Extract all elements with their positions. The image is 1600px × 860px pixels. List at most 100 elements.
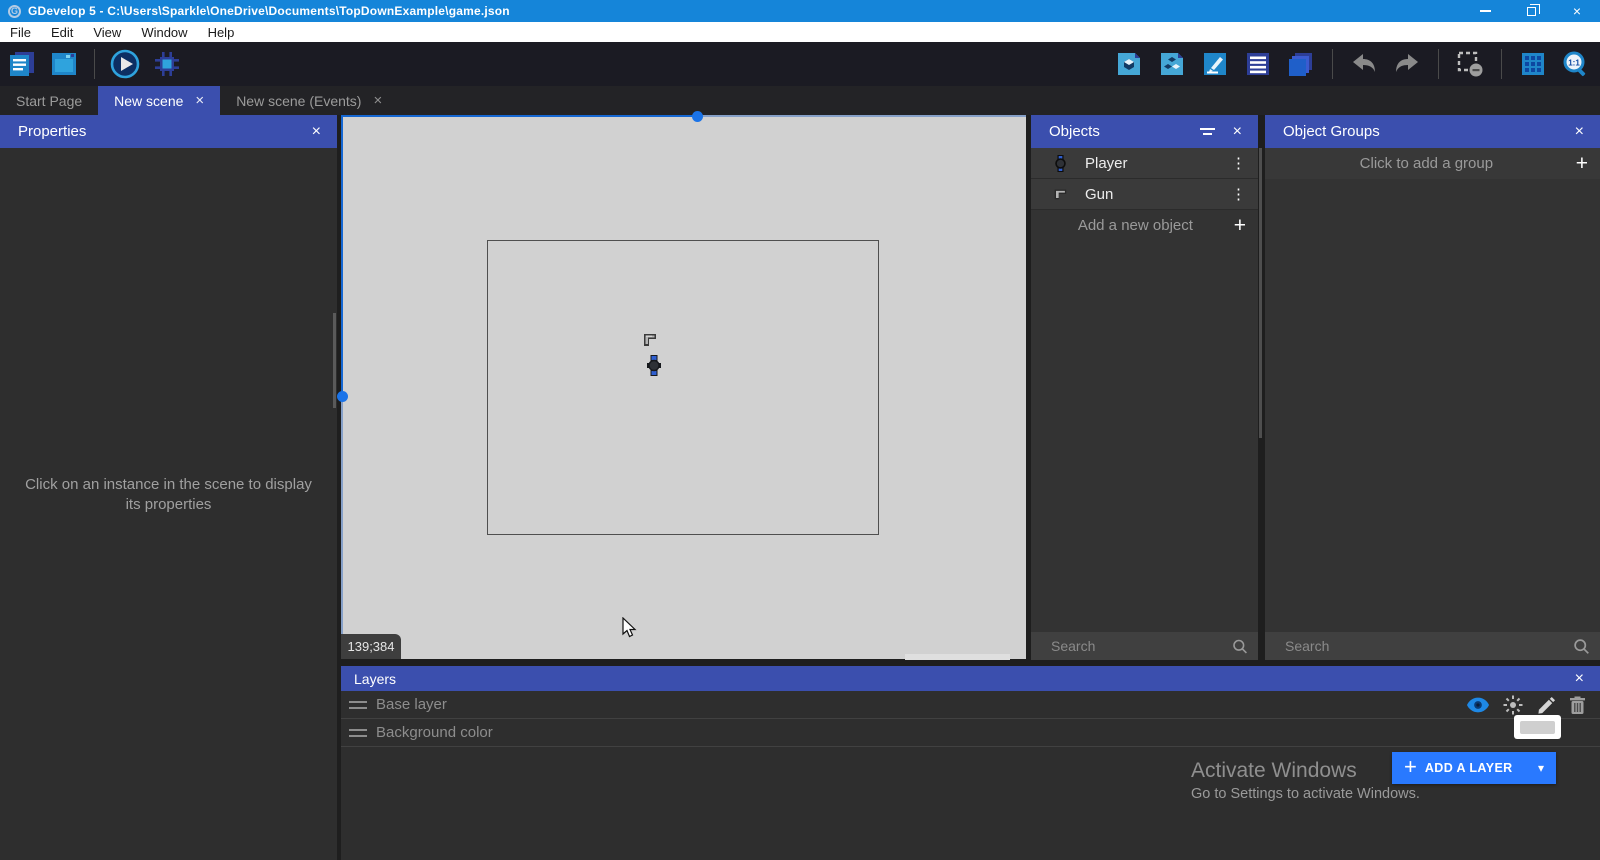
tab-new-scene[interactable]: New scene × xyxy=(98,86,220,115)
instances-list-icon xyxy=(1245,51,1271,77)
scene-window-rectangle xyxy=(487,240,879,535)
mouse-cursor xyxy=(622,617,637,638)
canvas-horizontal-scrollbar[interactable] xyxy=(905,654,1010,660)
title-bar: G GDevelop 5 - C:\Users\Sparkle\OneDrive… xyxy=(0,0,1600,22)
tab-label: New scene xyxy=(114,93,183,109)
deselect-button[interactable] xyxy=(1454,48,1486,80)
toolbar-separator xyxy=(1332,49,1333,79)
objects-panel-header: Objects × xyxy=(1031,115,1258,148)
minimize-button[interactable] xyxy=(1462,0,1508,22)
grid-icon xyxy=(1520,51,1546,77)
window-title: GDevelop 5 - C:\Users\Sparkle\OneDrive\D… xyxy=(28,4,510,18)
zoom-reset-button[interactable]: 1:1 xyxy=(1560,48,1592,80)
object-groups-close-icon[interactable]: × xyxy=(1571,123,1588,141)
player-instance[interactable] xyxy=(646,355,662,376)
objects-search-input[interactable] xyxy=(1051,638,1232,654)
project-manager-button[interactable] xyxy=(6,48,38,80)
add-layer-caret-icon[interactable]: ▾ xyxy=(1526,761,1556,775)
drag-handle-icon[interactable] xyxy=(349,725,367,741)
layers-panel-title: Layers xyxy=(354,671,396,687)
toolbar-separator xyxy=(1438,49,1439,79)
debug-icon xyxy=(152,49,182,79)
properties-scrollbar[interactable] xyxy=(333,313,336,408)
window-border-left xyxy=(341,397,343,659)
object-row-player[interactable]: Player ⋮ xyxy=(1031,148,1258,179)
edit-layer-pencil-icon[interactable] xyxy=(1537,696,1556,715)
object-groups-panel-header: Object Groups × xyxy=(1265,115,1600,148)
delete-layer-trash-icon[interactable] xyxy=(1569,696,1586,715)
menu-file[interactable]: File xyxy=(0,22,41,42)
menu-bar: File Edit View Window Help xyxy=(0,22,1600,42)
close-button[interactable]: × xyxy=(1554,0,1600,22)
object-menu-icon[interactable]: ⋮ xyxy=(1219,154,1258,172)
scene-canvas[interactable]: 139;384 xyxy=(341,115,1026,659)
object-menu-icon[interactable]: ⋮ xyxy=(1219,185,1258,203)
object-row-gun[interactable]: Gun ⋮ xyxy=(1031,179,1258,210)
properties-panel: Properties × Click on an instance in the… xyxy=(0,115,337,860)
add-object-plus-icon: + xyxy=(1222,214,1258,238)
objects-panel: Objects × Player ⋮ Gun xyxy=(1031,115,1258,660)
instances-list-button[interactable] xyxy=(1242,48,1274,80)
drag-handle-icon[interactable] xyxy=(349,697,367,713)
layer-row-base[interactable]: Base layer xyxy=(341,691,1600,719)
undo-button[interactable] xyxy=(1348,48,1380,80)
resize-handle-left[interactable] xyxy=(337,391,348,402)
start-page-button[interactable] xyxy=(48,48,80,80)
add-layer-button[interactable]: + ADD A LAYER ▾ xyxy=(1392,752,1556,784)
resize-handle-top[interactable] xyxy=(692,111,703,122)
redo-button[interactable] xyxy=(1391,48,1423,80)
window-icon xyxy=(49,49,79,79)
restore-button[interactable] xyxy=(1508,0,1554,22)
scene-properties-button[interactable] xyxy=(1199,48,1231,80)
layer-name: Base layer xyxy=(376,696,447,713)
layers-close-icon[interactable]: × xyxy=(1571,670,1588,688)
properties-panel-title: Properties xyxy=(18,123,86,140)
tab-close-icon[interactable]: × xyxy=(195,92,204,109)
layers-icon xyxy=(1287,50,1315,78)
gdevelop-window: G GDevelop 5 - C:\Users\Sparkle\OneDrive… xyxy=(0,0,1600,860)
layers-editor-button[interactable] xyxy=(1285,48,1317,80)
layer-row-background[interactable]: Background color xyxy=(341,719,1600,747)
properties-empty-message: Click on an instance in the scene to dis… xyxy=(20,475,317,516)
add-group-plus-icon: + xyxy=(1564,152,1600,176)
objects-editor-button[interactable] xyxy=(1113,48,1145,80)
menu-edit[interactable]: Edit xyxy=(41,22,83,42)
editor-tab-bar: Start Page New scene × New scene (Events… xyxy=(0,86,1600,115)
close-icon: × xyxy=(1573,4,1581,18)
menu-window[interactable]: Window xyxy=(131,22,197,42)
add-object-label: Add a new object xyxy=(1031,217,1222,234)
add-object-row[interactable]: Add a new object + xyxy=(1031,210,1258,241)
object-name: Player xyxy=(1085,155,1219,172)
window-border-top xyxy=(341,115,697,117)
svg-text:1:1: 1:1 xyxy=(1568,59,1580,68)
layer-effects-icon[interactable] xyxy=(1503,695,1523,715)
object-groups-editor-button[interactable] xyxy=(1156,48,1188,80)
player-thumbnail-icon xyxy=(1049,155,1071,172)
gun-instance[interactable] xyxy=(641,331,659,349)
background-color-swatch[interactable] xyxy=(1514,715,1561,739)
debug-button[interactable] xyxy=(151,48,183,80)
tab-start-page[interactable]: Start Page xyxy=(0,86,98,115)
grid-button[interactable] xyxy=(1517,48,1549,80)
tab-new-scene-events[interactable]: New scene (Events) × xyxy=(220,86,398,115)
visibility-eye-icon[interactable] xyxy=(1467,697,1489,713)
main-toolbar: 1:1 xyxy=(0,42,1600,86)
layer-name: Background color xyxy=(376,724,493,741)
objects-close-icon[interactable]: × xyxy=(1229,123,1246,141)
properties-panel-header: Properties × xyxy=(0,115,337,148)
objects-panel-scrollbar[interactable] xyxy=(1259,148,1262,438)
filter-icon[interactable] xyxy=(1200,125,1215,138)
properties-close-icon[interactable]: × xyxy=(308,123,325,141)
restore-icon xyxy=(1527,7,1536,16)
menu-help[interactable]: Help xyxy=(198,22,245,42)
groups-search-input[interactable] xyxy=(1285,638,1573,654)
object-groups-icon xyxy=(1159,51,1185,77)
play-button[interactable] xyxy=(109,48,141,80)
undo-icon xyxy=(1350,50,1378,78)
tab-close-icon[interactable]: × xyxy=(373,92,382,109)
add-group-row[interactable]: Click to add a group + xyxy=(1265,148,1600,179)
add-layer-label: ADD A LAYER xyxy=(1425,761,1526,775)
add-group-label: Click to add a group xyxy=(1265,155,1564,172)
menu-view[interactable]: View xyxy=(83,22,131,42)
object-groups-panel-title: Object Groups xyxy=(1283,123,1380,140)
